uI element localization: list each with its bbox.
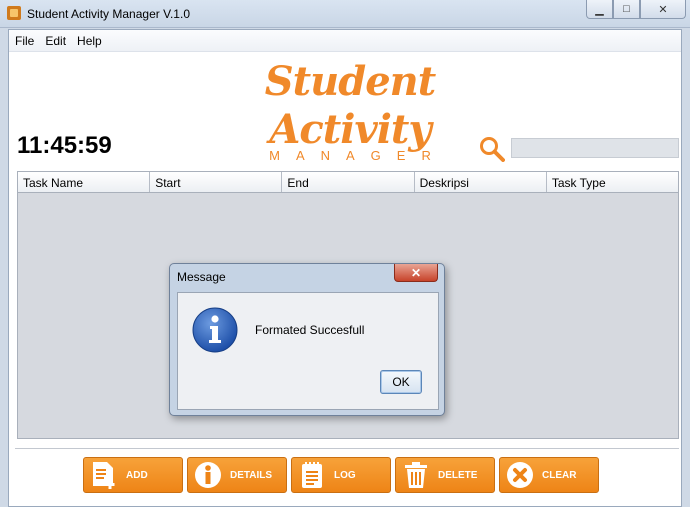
window-title: Student Activity Manager V.1.0 — [27, 7, 190, 21]
logo-title: Student Activity — [264, 58, 436, 153]
table-header: Task Name Start End Deskripsi Task Type — [18, 172, 678, 193]
menu-file[interactable]: File — [9, 30, 39, 51]
maximize-icon: □ — [623, 3, 630, 15]
menu-bar: File Edit Help — [9, 30, 681, 52]
info-icon — [192, 459, 224, 491]
search-input[interactable] — [511, 138, 679, 158]
column-header-task-name[interactable]: Task Name — [18, 172, 151, 192]
message-dialog: Message ✕ Formated Succesfull OK — [169, 263, 445, 416]
divider — [15, 448, 679, 449]
column-header-task-type[interactable]: Task Type — [547, 172, 678, 192]
app-icon — [7, 6, 21, 20]
dialog-close-button[interactable]: ✕ — [394, 264, 438, 282]
window-titlebar: Student Activity Manager V.1.0 ▁ □ ✕ — [0, 0, 690, 28]
minimize-button[interactable]: ▁ — [586, 0, 613, 19]
clear-x-icon — [504, 459, 536, 491]
ok-button[interactable]: OK — [380, 370, 422, 394]
details-button-label: DETAILS — [230, 469, 273, 481]
details-button[interactable]: DETAILS — [187, 457, 287, 493]
clear-button-label: CLEAR — [542, 469, 577, 481]
logo-subtitle: MANAGER — [269, 148, 447, 163]
close-icon: ✕ — [658, 3, 668, 16]
column-header-end[interactable]: End — [282, 172, 415, 192]
dialog-message: Formated Succesfull — [255, 323, 365, 337]
add-document-icon — [88, 459, 120, 491]
column-header-start[interactable]: Start — [150, 172, 283, 192]
window-controls: ▁ □ ✕ — [586, 0, 686, 19]
add-button[interactable]: ADD — [83, 457, 183, 493]
log-button-label: LOG — [334, 469, 356, 481]
trash-icon — [400, 459, 432, 491]
column-header-deskripsi[interactable]: Deskripsi — [415, 172, 547, 192]
delete-button-label: DELETE — [438, 469, 478, 481]
maximize-button[interactable]: □ — [613, 0, 640, 19]
action-toolbar: ADD DETAILS LOG DELETE CLEAR — [83, 457, 603, 493]
app-logo: Student Activity MANAGER — [195, 58, 505, 163]
delete-button[interactable]: DELETE — [395, 457, 495, 493]
notepad-icon — [296, 459, 328, 491]
add-button-label: ADD — [126, 469, 148, 481]
dialog-body: Formated Succesfull OK — [177, 292, 439, 410]
close-icon: ✕ — [410, 265, 422, 280]
dialog-title: Message — [177, 270, 226, 284]
minimize-icon: ▁ — [595, 3, 604, 16]
search-icon[interactable] — [479, 136, 505, 162]
menu-help[interactable]: Help — [71, 30, 107, 51]
information-icon — [192, 307, 238, 353]
close-button[interactable]: ✕ — [640, 0, 686, 19]
log-button[interactable]: LOG — [291, 457, 391, 493]
menu-edit[interactable]: Edit — [39, 30, 71, 51]
clear-button[interactable]: CLEAR — [499, 457, 599, 493]
clock-display: 11:45:59 — [17, 132, 112, 159]
